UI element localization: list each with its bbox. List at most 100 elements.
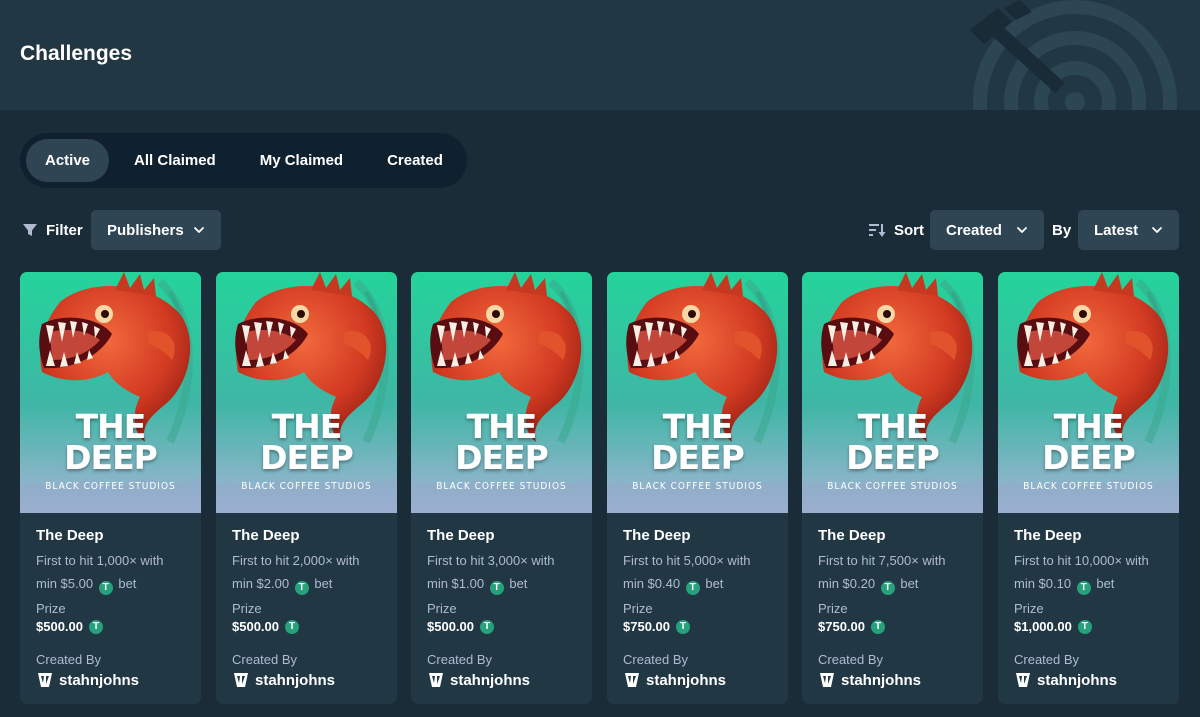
- challenge-target: First to hit 2,000× with: [232, 553, 360, 568]
- page-header: Challenges: [0, 0, 1200, 110]
- challenge-target: First to hit 5,000× with: [623, 553, 751, 568]
- challenge-card[interactable]: THE DEEP BLACK COFFEE STUDIOS The Deep F…: [20, 272, 201, 704]
- creator-name: stahnjohns: [841, 671, 922, 689]
- challenge-description: First to hit 10,000× with min $0.10 T be…: [1014, 549, 1174, 595]
- creator-name: stahnjohns: [255, 671, 336, 689]
- studio-name: BLACK COFFEE STUDIOS: [436, 481, 567, 492]
- sort-dropdown[interactable]: Created: [930, 210, 1044, 250]
- chevron-down-icon: [194, 227, 204, 233]
- challenge-target: First to hit 3,000× with: [427, 553, 555, 568]
- challenge-target: First to hit 10,000× with: [1014, 553, 1149, 568]
- prize-value: $1,000.00: [1014, 619, 1072, 634]
- chevron-down-icon: [1152, 227, 1162, 233]
- creator-link[interactable]: stahnjohns: [818, 671, 978, 689]
- challenge-min-bet: min $2.00: [232, 576, 290, 591]
- sort-label-group: Sort: [868, 210, 924, 250]
- challenge-min-bet: min $0.20: [818, 576, 876, 591]
- creator-link[interactable]: stahnjohns: [427, 671, 587, 689]
- tether-icon: T: [685, 581, 700, 595]
- challenge-description: First to hit 7,500× with min $0.20 T bet: [818, 549, 978, 595]
- studio-name: BLACK COFFEE STUDIOS: [241, 481, 372, 492]
- bet-suffix: bet: [900, 576, 919, 591]
- game-logo-line2: DEEP: [260, 438, 354, 477]
- creator-link[interactable]: stahnjohns: [623, 671, 783, 689]
- target-icon: [960, 0, 1200, 110]
- creator-name: stahnjohns: [646, 671, 727, 689]
- publishers-dropdown[interactable]: Publishers: [91, 210, 221, 250]
- creator-badge-icon: [38, 673, 52, 687]
- bet-suffix: bet: [314, 576, 333, 591]
- prize-value: $750.00: [818, 619, 865, 634]
- tether-icon: T: [676, 619, 690, 634]
- card-title: The Deep: [36, 527, 104, 544]
- creator-name: stahnjohns: [59, 671, 140, 689]
- game-logo-line2: DEEP: [651, 438, 745, 477]
- prize-label: Prize: [818, 601, 848, 616]
- game-thumbnail: THE DEEP BLACK COFFEE STUDIOS: [998, 272, 1179, 513]
- filter-label: Filter: [46, 221, 83, 239]
- card-title: The Deep: [818, 527, 886, 544]
- created-by-label: Created By: [232, 652, 298, 667]
- challenge-card[interactable]: THE DEEP BLACK COFFEE STUDIOS The Deep F…: [607, 272, 788, 704]
- creator-link[interactable]: stahnjohns: [232, 671, 392, 689]
- creator-badge-icon: [234, 673, 248, 687]
- card-info: The Deep First to hit 5,000× with min $0…: [623, 527, 783, 689]
- card-info: The Deep First to hit 1,000× with min $5…: [36, 527, 196, 689]
- challenge-min-bet: min $1.00: [427, 576, 485, 591]
- creator-name: stahnjohns: [450, 671, 531, 689]
- card-title: The Deep: [427, 527, 495, 544]
- card-info: The Deep First to hit 10,000× with min $…: [1014, 527, 1174, 689]
- prize-label: Prize: [232, 601, 262, 616]
- game-thumbnail: THE DEEP BLACK COFFEE STUDIOS: [607, 272, 788, 513]
- challenge-card[interactable]: THE DEEP BLACK COFFEE STUDIOS The Deep F…: [411, 272, 592, 704]
- game-thumbnail: THE DEEP BLACK COFFEE STUDIOS: [216, 272, 397, 513]
- challenge-card[interactable]: THE DEEP BLACK COFFEE STUDIOS The Deep F…: [216, 272, 397, 704]
- studio-name: BLACK COFFEE STUDIOS: [827, 481, 958, 492]
- created-by-label: Created By: [623, 652, 689, 667]
- tether-icon: T: [880, 581, 895, 595]
- game-logo-line2: DEEP: [64, 438, 158, 477]
- bet-suffix: bet: [509, 576, 528, 591]
- challenge-card-grid: THE DEEP BLACK COFFEE STUDIOS The Deep F…: [20, 272, 1180, 704]
- by-label: By: [1052, 221, 1072, 239]
- tab-active[interactable]: Active: [26, 139, 110, 182]
- challenge-target: First to hit 7,500× with: [818, 553, 946, 568]
- created-by-label: Created By: [818, 652, 884, 667]
- challenge-card[interactable]: THE DEEP BLACK COFFEE STUDIOS The Deep F…: [998, 272, 1179, 704]
- challenge-min-bet: min $0.40: [623, 576, 681, 591]
- prize-value: $750.00: [623, 619, 670, 634]
- prize-amount: $500.00 T: [427, 619, 587, 634]
- tether-icon: T: [489, 581, 504, 595]
- order-dropdown[interactable]: Latest: [1078, 210, 1179, 250]
- tether-icon: T: [1077, 619, 1092, 634]
- card-info: The Deep First to hit 3,000× with min $1…: [427, 527, 587, 689]
- challenge-tabs: Active All Claimed My Claimed Created: [20, 133, 467, 188]
- prize-amount: $1,000.00 T: [1014, 619, 1174, 634]
- sort-dropdown-value: Created: [946, 221, 1002, 239]
- creator-link[interactable]: stahnjohns: [1014, 671, 1174, 689]
- prize-amount: $750.00 T: [818, 619, 978, 634]
- challenge-card[interactable]: THE DEEP BLACK COFFEE STUDIOS The Deep F…: [802, 272, 983, 704]
- challenge-description: First to hit 1,000× with min $5.00 T bet: [36, 549, 196, 595]
- game-thumbnail: THE DEEP BLACK COFFEE STUDIOS: [20, 272, 201, 513]
- bet-suffix: bet: [705, 576, 724, 591]
- tether-icon: T: [1076, 581, 1091, 595]
- tab-created[interactable]: Created: [368, 139, 462, 182]
- tether-icon: T: [480, 619, 494, 634]
- tab-my-claimed[interactable]: My Claimed: [241, 139, 362, 182]
- prize-label: Prize: [36, 601, 66, 616]
- challenge-min-bet: min $0.10: [1014, 576, 1072, 591]
- challenge-description: First to hit 5,000× with min $0.40 T bet: [623, 549, 783, 595]
- creator-badge-icon: [625, 673, 639, 687]
- game-logo-line2: DEEP: [455, 438, 549, 477]
- created-by-label: Created By: [427, 652, 493, 667]
- creator-badge-icon: [820, 673, 834, 687]
- studio-name: BLACK COFFEE STUDIOS: [45, 481, 176, 492]
- prize-value: $500.00: [427, 619, 474, 634]
- game-thumbnail: THE DEEP BLACK COFFEE STUDIOS: [802, 272, 983, 513]
- tether-icon: T: [89, 619, 103, 634]
- tab-all-claimed[interactable]: All Claimed: [115, 139, 235, 182]
- card-info: The Deep First to hit 7,500× with min $0…: [818, 527, 978, 689]
- challenge-target: First to hit 1,000× with: [36, 553, 164, 568]
- creator-link[interactable]: stahnjohns: [36, 671, 196, 689]
